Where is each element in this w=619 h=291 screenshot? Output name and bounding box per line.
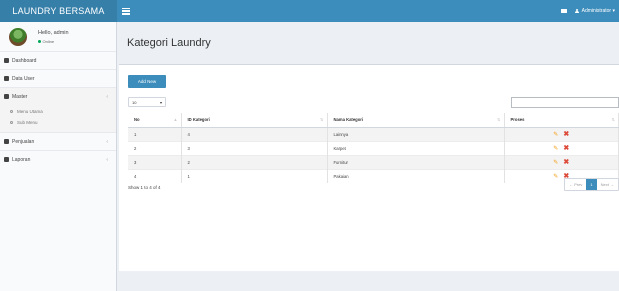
avatar: [9, 27, 27, 46]
cell-nama-kategori: Pakaian: [327, 168, 505, 183]
cell-no: 3: [128, 154, 182, 169]
envelope-icon[interactable]: [560, 9, 567, 13]
user-menu[interactable]: Administrator ▾: [575, 8, 615, 14]
prev-page-button[interactable]: ← Prev: [565, 179, 586, 190]
cell-id-kategori: 2: [181, 154, 328, 169]
search-input[interactable]: [511, 97, 619, 108]
cell-no: 2: [128, 140, 182, 155]
sidebar: Hello, admin Online Dashboard Data User …: [0, 22, 117, 291]
dashboard-icon: [4, 58, 9, 63]
main-header: LAUNDRY BERSAMA Administrator ▾: [0, 0, 619, 22]
delete-icon[interactable]: ✖: [563, 159, 569, 166]
chevron-down-icon: ▾: [159, 99, 162, 105]
app-logo[interactable]: LAUNDRY BERSAMA: [0, 0, 117, 22]
status-label: Online: [42, 38, 55, 44]
master-submenu: Menu Utama Sub Menu: [0, 105, 116, 132]
content-wrapper: Kategori Laundry Add New 10 ▾ No ▲ ID Kat…: [118, 22, 619, 291]
delete-icon[interactable]: ✖: [563, 131, 569, 138]
sidebar-item-master[interactable]: Master ‹: [0, 87, 116, 105]
user-icon: [575, 8, 580, 14]
cell-nama-kategori: Lainnya: [327, 126, 505, 141]
edit-icon[interactable]: ✎: [553, 159, 558, 166]
navbar-right: Administrator ▾: [560, 8, 615, 14]
table-row: 4 1 Pakaian ✎ ✖: [128, 168, 619, 183]
sales-icon: [4, 139, 9, 144]
user-info: Hello, admin Online: [38, 30, 69, 44]
column-header-nama-kategori[interactable]: Nama Kategori ⇅: [327, 113, 505, 128]
online-status-icon: [38, 39, 41, 43]
sidebar-toggle-icon[interactable]: [122, 7, 130, 15]
cell-nama-kategori: Furnitur: [327, 154, 505, 169]
kategori-table: No ▲ ID Kategori ⇅ Nama Kategori ⇅ Proses ⇅ …: [128, 113, 619, 183]
content-box: Add New 10 ▾ No ▲ ID Kategori ⇅ Nama Kateg…: [119, 64, 619, 271]
column-header-proses[interactable]: Proses ⇅: [504, 113, 619, 128]
users-icon: [4, 76, 9, 81]
user-menu-label: Administrator ▾: [581, 8, 615, 14]
submenu-item-label: Sub Menu: [17, 120, 38, 125]
page-1-button[interactable]: 1: [586, 179, 597, 190]
submenu-item-menu-utama[interactable]: Menu Utama: [0, 106, 116, 117]
cell-id-kategori: 1: [181, 168, 328, 183]
chevron-icon: ‹: [106, 138, 108, 145]
sort-icon: ▲: [173, 117, 178, 123]
edit-icon[interactable]: ✎: [553, 173, 558, 180]
sidebar-item-dashboard[interactable]: Dashboard: [0, 51, 116, 69]
cell-proses: ✎ ✖: [504, 154, 619, 169]
chevron-icon: ‹: [106, 156, 108, 163]
chevron-icon: ‹: [106, 93, 108, 100]
delete-icon[interactable]: ✖: [563, 145, 569, 152]
sidebar-item-label: Penjualan: [12, 138, 35, 145]
sidebar-item-label: Master: [12, 93, 28, 100]
cell-no: 1: [128, 126, 182, 141]
cell-id-kategori: 3: [181, 140, 328, 155]
cell-proses: ✎ ✖: [504, 126, 619, 141]
circle-icon: [10, 121, 13, 124]
next-page-button[interactable]: Next →: [597, 179, 618, 190]
submenu-item-label: Menu Utama: [17, 109, 43, 114]
submenu-item-sub-menu[interactable]: Sub Menu: [0, 117, 116, 128]
table-row: 1 4 Lainnya ✎ ✖: [128, 126, 619, 141]
report-icon: [4, 157, 9, 162]
edit-icon[interactable]: ✎: [553, 145, 558, 152]
pagination: ← Prev 1 Next →: [564, 178, 619, 191]
sidebar-item-penjualan[interactable]: Penjualan ‹: [0, 132, 116, 150]
sidebar-item-data-user[interactable]: Data User: [0, 69, 116, 87]
page-title: Kategori Laundry: [127, 37, 211, 49]
column-header-id-kategori[interactable]: ID Kategori ⇅: [181, 113, 328, 128]
column-header-no[interactable]: No ▲: [128, 113, 182, 128]
table-row: 3 2 Furnitur ✎ ✖: [128, 154, 619, 169]
sort-icon: ⇅: [611, 117, 615, 123]
master-icon: [4, 94, 9, 99]
user-panel: Hello, admin Online: [0, 22, 116, 51]
table-row: 2 3 Karpet ✎ ✖: [128, 140, 619, 155]
page-length-select[interactable]: 10 ▾: [128, 97, 166, 107]
sidebar-item-label: Dashboard: [12, 57, 37, 64]
user-name: Hello, admin: [38, 29, 69, 36]
sidebar-item-label: Laporan: [12, 156, 31, 163]
table-info: Show 1 to 4 of 4: [128, 185, 161, 190]
circle-icon: [10, 110, 13, 113]
add-new-button[interactable]: Add New: [128, 75, 166, 88]
sort-icon: ⇅: [319, 117, 324, 123]
user-status: Online: [38, 39, 69, 44]
sort-icon: ⇅: [496, 117, 501, 123]
sidebar-item-label: Data User: [12, 75, 35, 82]
cell-proses: ✎ ✖: [504, 140, 619, 155]
table-header-row: No ▲ ID Kategori ⇅ Nama Kategori ⇅ Proses ⇅: [128, 113, 619, 128]
cell-nama-kategori: Karpet: [327, 140, 505, 155]
cell-id-kategori: 4: [181, 126, 328, 141]
edit-icon[interactable]: ✎: [553, 131, 558, 138]
top-navbar: Administrator ▾: [117, 0, 619, 22]
sidebar-item-laporan[interactable]: Laporan ‹: [0, 150, 116, 168]
page-length-value: 10: [132, 99, 137, 105]
cell-no: 4: [128, 168, 182, 183]
